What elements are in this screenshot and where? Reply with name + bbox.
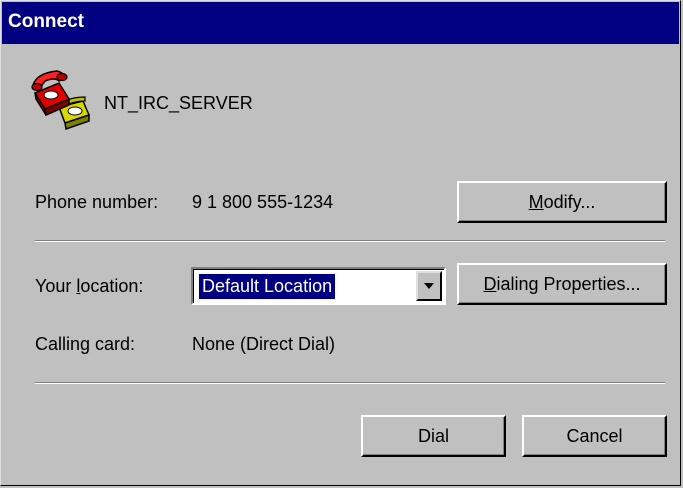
phone-number-value: 9 1 800 555-1234	[192, 192, 334, 212]
dial-button[interactable]: Dial	[361, 415, 506, 457]
modify-button[interactable]: Modify...	[457, 181, 667, 223]
cancel-label: Cancel	[566, 425, 623, 446]
dialing-mnemonic: D	[483, 273, 497, 294]
window-title: Connect	[8, 11, 84, 32]
location-dropdown-button[interactable]	[416, 271, 442, 301]
calling-card-label: Calling card:	[35, 334, 136, 354]
chevron-down-icon	[424, 283, 434, 289]
phone-number-label: Phone number:	[35, 192, 159, 212]
location-label-prefix: Your	[35, 276, 77, 296]
modify-label: odify...	[543, 191, 596, 212]
dial-label: Dial	[417, 425, 449, 446]
location-label: Your location:	[35, 275, 143, 297]
cancel-button[interactable]: Cancel	[522, 415, 667, 457]
calling-card-value: None (Direct Dial)	[192, 334, 336, 354]
title-bar[interactable]: Connect	[2, 2, 679, 44]
connect-dialog: Connect NT_IRC_SERVER Phone number: 9 1 …	[0, 0, 681, 486]
location-label-rest: ocation:	[80, 276, 144, 296]
separator-bottom	[35, 382, 665, 384]
dialing-properties-button[interactable]: Dialing Properties...	[457, 263, 667, 305]
location-combobox[interactable]: Default Location	[191, 267, 446, 305]
dialing-label: ialing Properties...	[496, 273, 641, 294]
connection-name: NT_IRC_SERVER	[104, 93, 253, 113]
telephone-icon	[31, 70, 91, 131]
separator-top	[35, 240, 665, 242]
location-selected-value: Default Location	[197, 273, 337, 300]
modify-mnemonic: M	[528, 191, 544, 212]
